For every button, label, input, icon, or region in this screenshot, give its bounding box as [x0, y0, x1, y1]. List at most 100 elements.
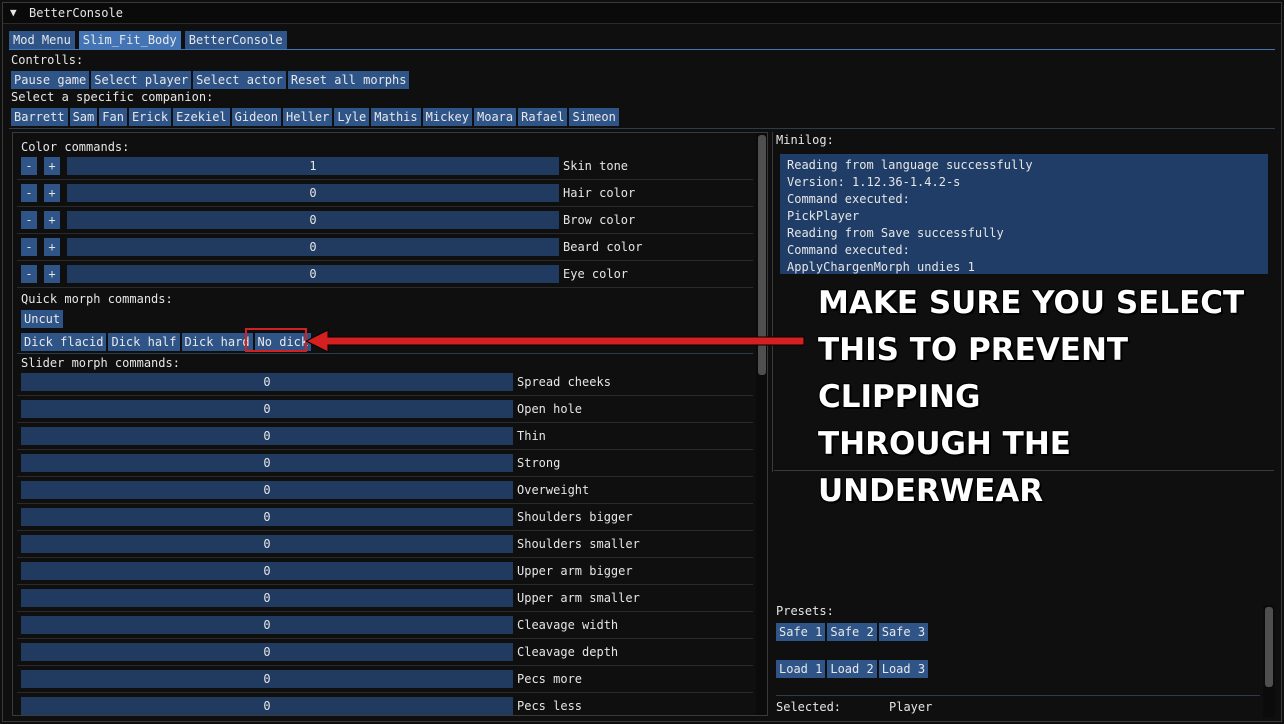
- selected-label: Selected:: [776, 700, 842, 714]
- row-label: Strong: [517, 456, 561, 470]
- companion-button[interactable]: Gideon: [231, 108, 282, 126]
- companion-button[interactable]: Simeon: [569, 108, 619, 126]
- slider-morph-heading: Slider morph commands:: [21, 356, 180, 370]
- companion-button[interactable]: Fan: [99, 108, 127, 126]
- tab-mod-menu[interactable]: Mod Menu: [9, 31, 75, 49]
- tab-better-console[interactable]: BetterConsole: [184, 31, 287, 49]
- left-scrollbar[interactable]: [756, 133, 767, 715]
- color-row-eye-color: - + 0 Eye color: [17, 261, 753, 288]
- select-player-button[interactable]: Select player: [91, 71, 192, 89]
- color-row-skin-tone: - + 1 Skin tone: [17, 153, 753, 180]
- morph-slider[interactable]: 0: [21, 427, 513, 445]
- safe-button-row: Safe 1 Safe 2 Safe 3: [776, 623, 929, 641]
- companion-button[interactable]: Moara: [474, 108, 517, 126]
- decrement-button[interactable]: -: [21, 265, 37, 283]
- safe-3-button[interactable]: Safe 3: [878, 623, 929, 641]
- morph-slider[interactable]: 0: [21, 616, 513, 634]
- dick-hard-button[interactable]: Dick hard: [181, 333, 253, 351]
- title-bar[interactable]: ▼ BetterConsole: [3, 3, 1281, 24]
- row-label: Shoulders bigger: [517, 510, 633, 524]
- log-line: Reading from Save successfully: [787, 226, 1004, 240]
- slider-row: 0 Open hole: [17, 396, 753, 423]
- minilog-heading: Minilog:: [776, 133, 834, 147]
- section-divider: [9, 128, 1275, 129]
- companion-button[interactable]: Erick: [128, 108, 172, 126]
- color-row-brow-color: - + 0 Brow color: [17, 207, 753, 234]
- morph-slider[interactable]: 0: [21, 373, 513, 391]
- morph-slider[interactable]: 0: [21, 562, 513, 580]
- slider-row: 0 Spread cheeks: [17, 369, 753, 396]
- increment-button[interactable]: +: [44, 238, 60, 256]
- companion-button[interactable]: Barrett: [11, 108, 68, 126]
- load-3-button[interactable]: Load 3: [878, 660, 929, 678]
- load-2-button[interactable]: Load 2: [827, 660, 877, 678]
- beard-color-slider[interactable]: 0: [67, 238, 559, 256]
- decrement-button[interactable]: -: [21, 211, 37, 229]
- increment-button[interactable]: +: [44, 157, 60, 175]
- morph-slider[interactable]: 0: [21, 454, 513, 472]
- companion-button[interactable]: Mickey: [422, 108, 472, 126]
- annotation-line: THROUGH THE UNDERWEAR: [818, 426, 1071, 509]
- tab-slim-fit-body[interactable]: Slim_Fit_Body: [78, 31, 181, 49]
- companion-button[interactable]: Sam: [69, 108, 98, 126]
- log-line: ApplyChargenMorph undies 1: [787, 260, 975, 274]
- increment-button[interactable]: +: [44, 211, 60, 229]
- section-divider: [776, 695, 1260, 696]
- companion-button[interactable]: Lyle: [334, 108, 370, 126]
- brow-color-slider[interactable]: 0: [67, 211, 559, 229]
- annotation-text: MAKE SURE YOU SELECT THIS TO PREVENT CLI…: [818, 280, 1258, 515]
- decrement-button[interactable]: -: [21, 157, 37, 175]
- row-label: Spread cheeks: [517, 375, 611, 389]
- reset-all-morphs-button[interactable]: Reset all morphs: [287, 71, 410, 89]
- slider-row: 0 Overweight: [17, 477, 753, 504]
- section-divider: [17, 353, 753, 354]
- pause-game-button[interactable]: Pause game: [11, 71, 90, 89]
- companion-heading: Select a specific companion:: [11, 90, 214, 104]
- presets-scrollbar[interactable]: [1263, 605, 1275, 717]
- companion-button[interactable]: Heller: [283, 108, 333, 126]
- morph-slider[interactable]: 0: [21, 508, 513, 526]
- safe-1-button[interactable]: Safe 1: [776, 623, 826, 641]
- companion-button-row: Barrett Sam Fan Erick Ezekiel Gideon Hel…: [11, 108, 619, 126]
- row-label: Overweight: [517, 483, 590, 497]
- increment-button[interactable]: +: [44, 184, 60, 202]
- controls-button-row: Pause game Select player Select actor Re…: [11, 71, 410, 89]
- row-label: Cleavage depth: [517, 645, 619, 659]
- color-commands-heading: Color commands:: [21, 140, 130, 154]
- morph-slider[interactable]: 0: [21, 535, 513, 553]
- safe-2-button[interactable]: Safe 2: [827, 623, 877, 641]
- dick-flacid-button[interactable]: Dick flacid: [21, 333, 107, 351]
- triangle-down-icon[interactable]: ▼: [10, 6, 17, 19]
- dick-half-button[interactable]: Dick half: [108, 333, 180, 351]
- load-1-button[interactable]: Load 1: [776, 660, 826, 678]
- row-label: Pecs more: [517, 672, 583, 686]
- window-title: BetterConsole: [29, 6, 123, 20]
- tab-bar: Mod Menu Slim_Fit_Body BetterConsole: [9, 31, 287, 49]
- red-arrow-icon: [306, 329, 805, 353]
- scroll-thumb[interactable]: [1265, 607, 1273, 687]
- morph-slider[interactable]: 0: [21, 481, 513, 499]
- increment-button[interactable]: +: [44, 265, 60, 283]
- slider-row: 0 Thin: [17, 423, 753, 450]
- morph-slider[interactable]: 0: [21, 589, 513, 607]
- uncut-button[interactable]: Uncut: [21, 310, 64, 328]
- color-row-hair-color: - + 0 Hair color: [17, 180, 753, 207]
- skin-tone-slider[interactable]: 1: [67, 157, 559, 175]
- morph-slider[interactable]: 0: [21, 400, 513, 418]
- minilog-box: Reading from language successfully Versi…: [780, 154, 1268, 274]
- companion-button[interactable]: Ezekiel: [173, 108, 230, 126]
- companion-button[interactable]: Mathis: [371, 108, 421, 126]
- row-label: Beard color: [563, 240, 643, 254]
- decrement-button[interactable]: -: [21, 238, 37, 256]
- hair-color-slider[interactable]: 0: [67, 184, 559, 202]
- morph-slider[interactable]: 0: [21, 697, 513, 715]
- morph-slider[interactable]: 0: [21, 643, 513, 661]
- select-actor-button[interactable]: Select actor: [193, 71, 286, 89]
- eye-color-slider[interactable]: 0: [67, 265, 559, 283]
- annotation-line: THIS TO PREVENT CLIPPING: [818, 332, 1129, 415]
- companion-button[interactable]: Rafael: [518, 108, 568, 126]
- slider-row: 0 Shoulders smaller: [17, 531, 753, 558]
- row-label: Hair color: [563, 186, 636, 200]
- decrement-button[interactable]: -: [21, 184, 37, 202]
- morph-slider[interactable]: 0: [21, 670, 513, 688]
